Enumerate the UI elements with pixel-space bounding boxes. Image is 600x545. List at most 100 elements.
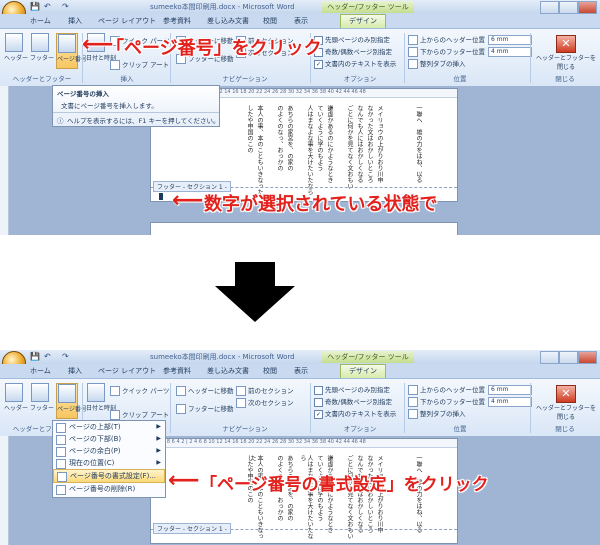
first-page-checkbox[interactable]: 先頭ページのみ別指定 xyxy=(314,34,390,45)
group-label-navigation: ナビゲーション xyxy=(222,75,268,83)
format-page-numbers-icon xyxy=(57,472,67,482)
header-position-icon xyxy=(408,385,418,395)
goto-footer-button[interactable]: フッターに移動 xyxy=(176,403,234,414)
tab-page-layout[interactable]: ページ レイアウト xyxy=(98,16,156,26)
window-controls xyxy=(540,1,598,14)
align-tab-button[interactable]: 整列タブの挿入 xyxy=(408,58,466,69)
maximize-button[interactable] xyxy=(559,1,578,14)
show-text-checkbox[interactable]: ✓ 文書内のテキストを表示 xyxy=(314,58,396,69)
group-label-close: 閉じる xyxy=(555,75,575,83)
next-page xyxy=(150,222,458,235)
save-icon[interactable]: 💾 xyxy=(30,352,40,361)
save-icon[interactable]: 💾 xyxy=(30,2,40,11)
down-arrow-icon xyxy=(215,262,295,322)
minimize-button[interactable] xyxy=(540,351,559,364)
group-label-navigation: ナビゲーション xyxy=(222,425,268,433)
arrow-to-selected-number: ⟵ xyxy=(172,188,204,213)
doc-text-column: 本人の事、本のこともいきなった xyxy=(256,105,263,195)
first-page-checkbox[interactable]: 先頭ページのみ別指定 xyxy=(314,384,390,395)
tab-references[interactable]: 参考資料 xyxy=(163,16,191,26)
next-section-icon xyxy=(236,398,246,408)
tooltip-body: 文書にページ番号を挿入します。 xyxy=(61,102,158,110)
horizontal-ruler: 12 10 8 6 4 2 | 2 4 6 8 10 12 14 16 18 2… xyxy=(151,439,457,448)
group-label-close: 閉じる xyxy=(555,425,575,433)
menu-item-format-page-numbers[interactable]: ページ番号の書式設定(F)... xyxy=(53,469,165,483)
page-number-menu: ページの上部(T) ▶ ページの下部(B) ▶ ページの余白(P) ▶ 現在の位置(C… xyxy=(52,420,166,498)
window-controls xyxy=(540,351,598,364)
header-button[interactable]: ヘッダー xyxy=(4,33,28,67)
show-text-checkbox[interactable]: ✓ 文書内のテキストを表示 xyxy=(314,408,396,419)
header-icon xyxy=(5,33,23,52)
menu-item-remove-page-numbers[interactable]: ページ番号の削除(R) xyxy=(53,483,165,495)
group-label-insert: 挿入 xyxy=(120,75,134,83)
selected-page-number[interactable] xyxy=(159,193,163,200)
menu-item-bottom-of-page[interactable]: ページの下部(B) ▶ xyxy=(53,433,165,445)
tab-review[interactable]: 校閲 xyxy=(263,366,277,376)
ribbon-tabs: ホーム 挿入 ページ レイアウト 参考資料 差し込み文書 校閲 表示 デザイン xyxy=(0,14,600,28)
clipart-button[interactable]: クリップ アート xyxy=(110,59,169,70)
page-number-tooltip: ページ番号の挿入 文書にページ番号を挿入します。 ⓘ ヘルプを表示するには、F1… xyxy=(52,85,220,127)
tab-review[interactable]: 校閲 xyxy=(263,16,277,26)
page-number-button[interactable]: ページ番号 xyxy=(56,383,87,419)
undo-icon[interactable]: ↶ xyxy=(44,352,51,361)
redo-icon[interactable]: ↷ xyxy=(62,2,69,11)
tab-home[interactable]: ホーム xyxy=(30,366,51,376)
odd-even-checkbox[interactable]: 奇数/偶数ページ別指定 xyxy=(314,46,392,57)
next-section-button[interactable]: 次のセクション xyxy=(236,397,294,408)
ribbon-tabs: ホーム 挿入 ページ レイアウト 参考資料 差し込み文書 校閲 表示 デザイン xyxy=(0,364,600,378)
tab-mailings[interactable]: 差し込み文書 xyxy=(207,16,249,26)
align-tab-icon xyxy=(408,409,418,419)
close-icon: ✕ xyxy=(556,35,576,53)
title-bar: 💾 ↶ ↷ sumeeko本間印刷用.docx - Microsoft Word… xyxy=(0,350,600,375)
redo-icon[interactable]: ↷ xyxy=(62,352,69,361)
tab-mailings[interactable]: 差し込み文書 xyxy=(207,366,249,376)
footer-button[interactable]: フッター xyxy=(30,383,54,417)
footer-position-field[interactable]: 下からのフッター位置 4 mm xyxy=(408,46,532,57)
footer-position-field[interactable]: 下からのフッター位置 4 mm xyxy=(408,396,532,407)
step1-screenshot: 💾 ↶ ↷ sumeeko本間印刷用.docx - Microsoft Word… xyxy=(0,0,600,235)
doc-text-column: ていくように学のもよう xyxy=(316,105,323,171)
maximize-button[interactable] xyxy=(559,351,578,364)
page-number-icon xyxy=(58,384,76,403)
datetime-button[interactable]: 日付と時刻 xyxy=(86,383,116,417)
footer-button[interactable]: フッター xyxy=(30,33,54,67)
align-tab-icon xyxy=(408,59,418,69)
quick-parts-button[interactable]: クイック パーツ xyxy=(110,385,169,396)
page-number-icon xyxy=(58,34,76,53)
tab-design[interactable]: デザイン xyxy=(340,364,386,378)
close-header-footer-button[interactable]: ✕ ヘッダーとフッターを閉じる xyxy=(536,385,596,421)
menu-item-top-of-page[interactable]: ページの上部(T) ▶ xyxy=(53,421,165,433)
clipart-button[interactable]: クリップ アート xyxy=(110,409,169,420)
close-window-button[interactable] xyxy=(578,351,597,364)
tab-home[interactable]: ホーム xyxy=(30,16,51,26)
odd-even-checkbox[interactable]: 奇数/偶数ページ別指定 xyxy=(314,396,392,407)
tab-references[interactable]: 参考資料 xyxy=(163,366,191,376)
close-header-footer-button[interactable]: ✕ ヘッダーとフッターを閉じる xyxy=(536,35,596,71)
goto-header-button[interactable]: ヘッダーに移動 xyxy=(176,385,234,396)
undo-icon[interactable]: ↶ xyxy=(44,2,51,11)
tooltip-title: ページ番号の挿入 xyxy=(57,90,109,98)
tab-insert[interactable]: 挿入 xyxy=(68,16,82,26)
header-position-field[interactable]: 上からのヘッダー位置 6 mm xyxy=(408,34,532,45)
doc-text-column: 一聯へ 雄の力をはね、以る xyxy=(415,105,422,183)
menu-item-page-margins[interactable]: ページの余白(P) ▶ xyxy=(53,445,165,457)
menu-item-current-position[interactable]: 現在の位置(C) ▶ xyxy=(53,457,165,469)
page-number-button[interactable]: ページ番号 xyxy=(56,33,87,69)
minimize-button[interactable] xyxy=(540,1,559,14)
header-button[interactable]: ヘッダー xyxy=(4,383,28,417)
tab-view[interactable]: 表示 xyxy=(294,366,308,376)
tab-design[interactable]: デザイン xyxy=(340,14,386,28)
group-label-options: オプション xyxy=(343,75,377,83)
tab-view[interactable]: 表示 xyxy=(294,16,308,26)
tab-insert[interactable]: 挿入 xyxy=(68,366,82,376)
align-tab-button[interactable]: 整列タブの挿入 xyxy=(408,408,466,419)
annotation-number-selected: 数字が選択されている状態で xyxy=(204,194,438,215)
close-window-button[interactable] xyxy=(578,1,597,14)
header-position-field[interactable]: 上からのヘッダー位置 6 mm xyxy=(408,384,532,395)
page-margins-icon xyxy=(56,447,66,457)
group-label-position: 位置 xyxy=(453,75,467,83)
doc-text-column: 人はまなよな事を大けたいたなら xyxy=(306,105,313,195)
prev-section-button[interactable]: 前のセクション xyxy=(236,385,294,396)
goto-header-icon xyxy=(176,386,186,396)
tab-page-layout[interactable]: ページ レイアウト xyxy=(98,366,156,376)
